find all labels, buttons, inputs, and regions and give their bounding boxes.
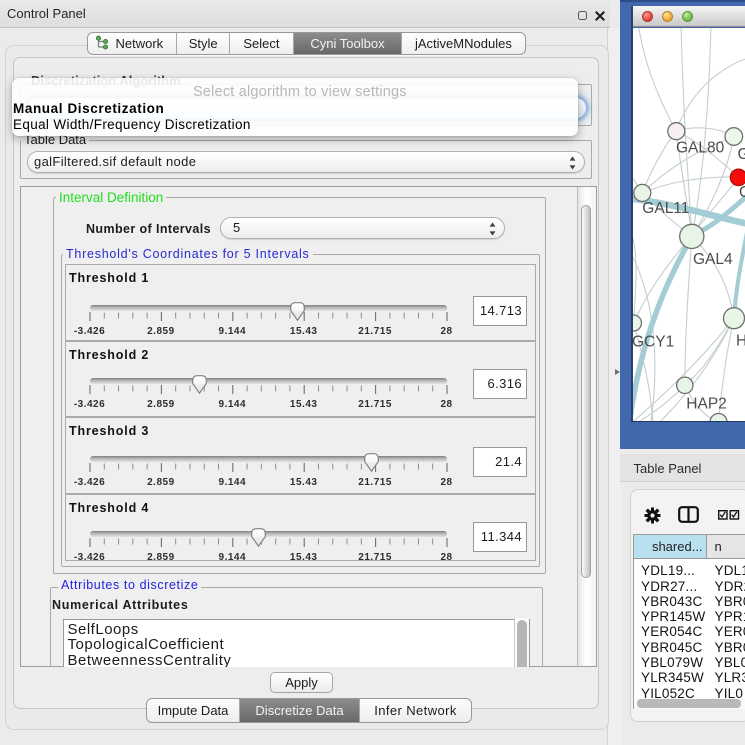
- svg-text:H: H: [736, 332, 745, 349]
- svg-text:C: C: [739, 184, 745, 201]
- svg-text:HAP2: HAP2: [686, 395, 727, 412]
- svg-text:GAL11: GAL11: [642, 200, 689, 217]
- svg-text:GAL4: GAL4: [693, 251, 733, 268]
- svg-text:GAL80: GAL80: [676, 139, 725, 156]
- svg-text:GCY1: GCY1: [633, 333, 674, 350]
- svg-text:GA: GA: [737, 146, 745, 163]
